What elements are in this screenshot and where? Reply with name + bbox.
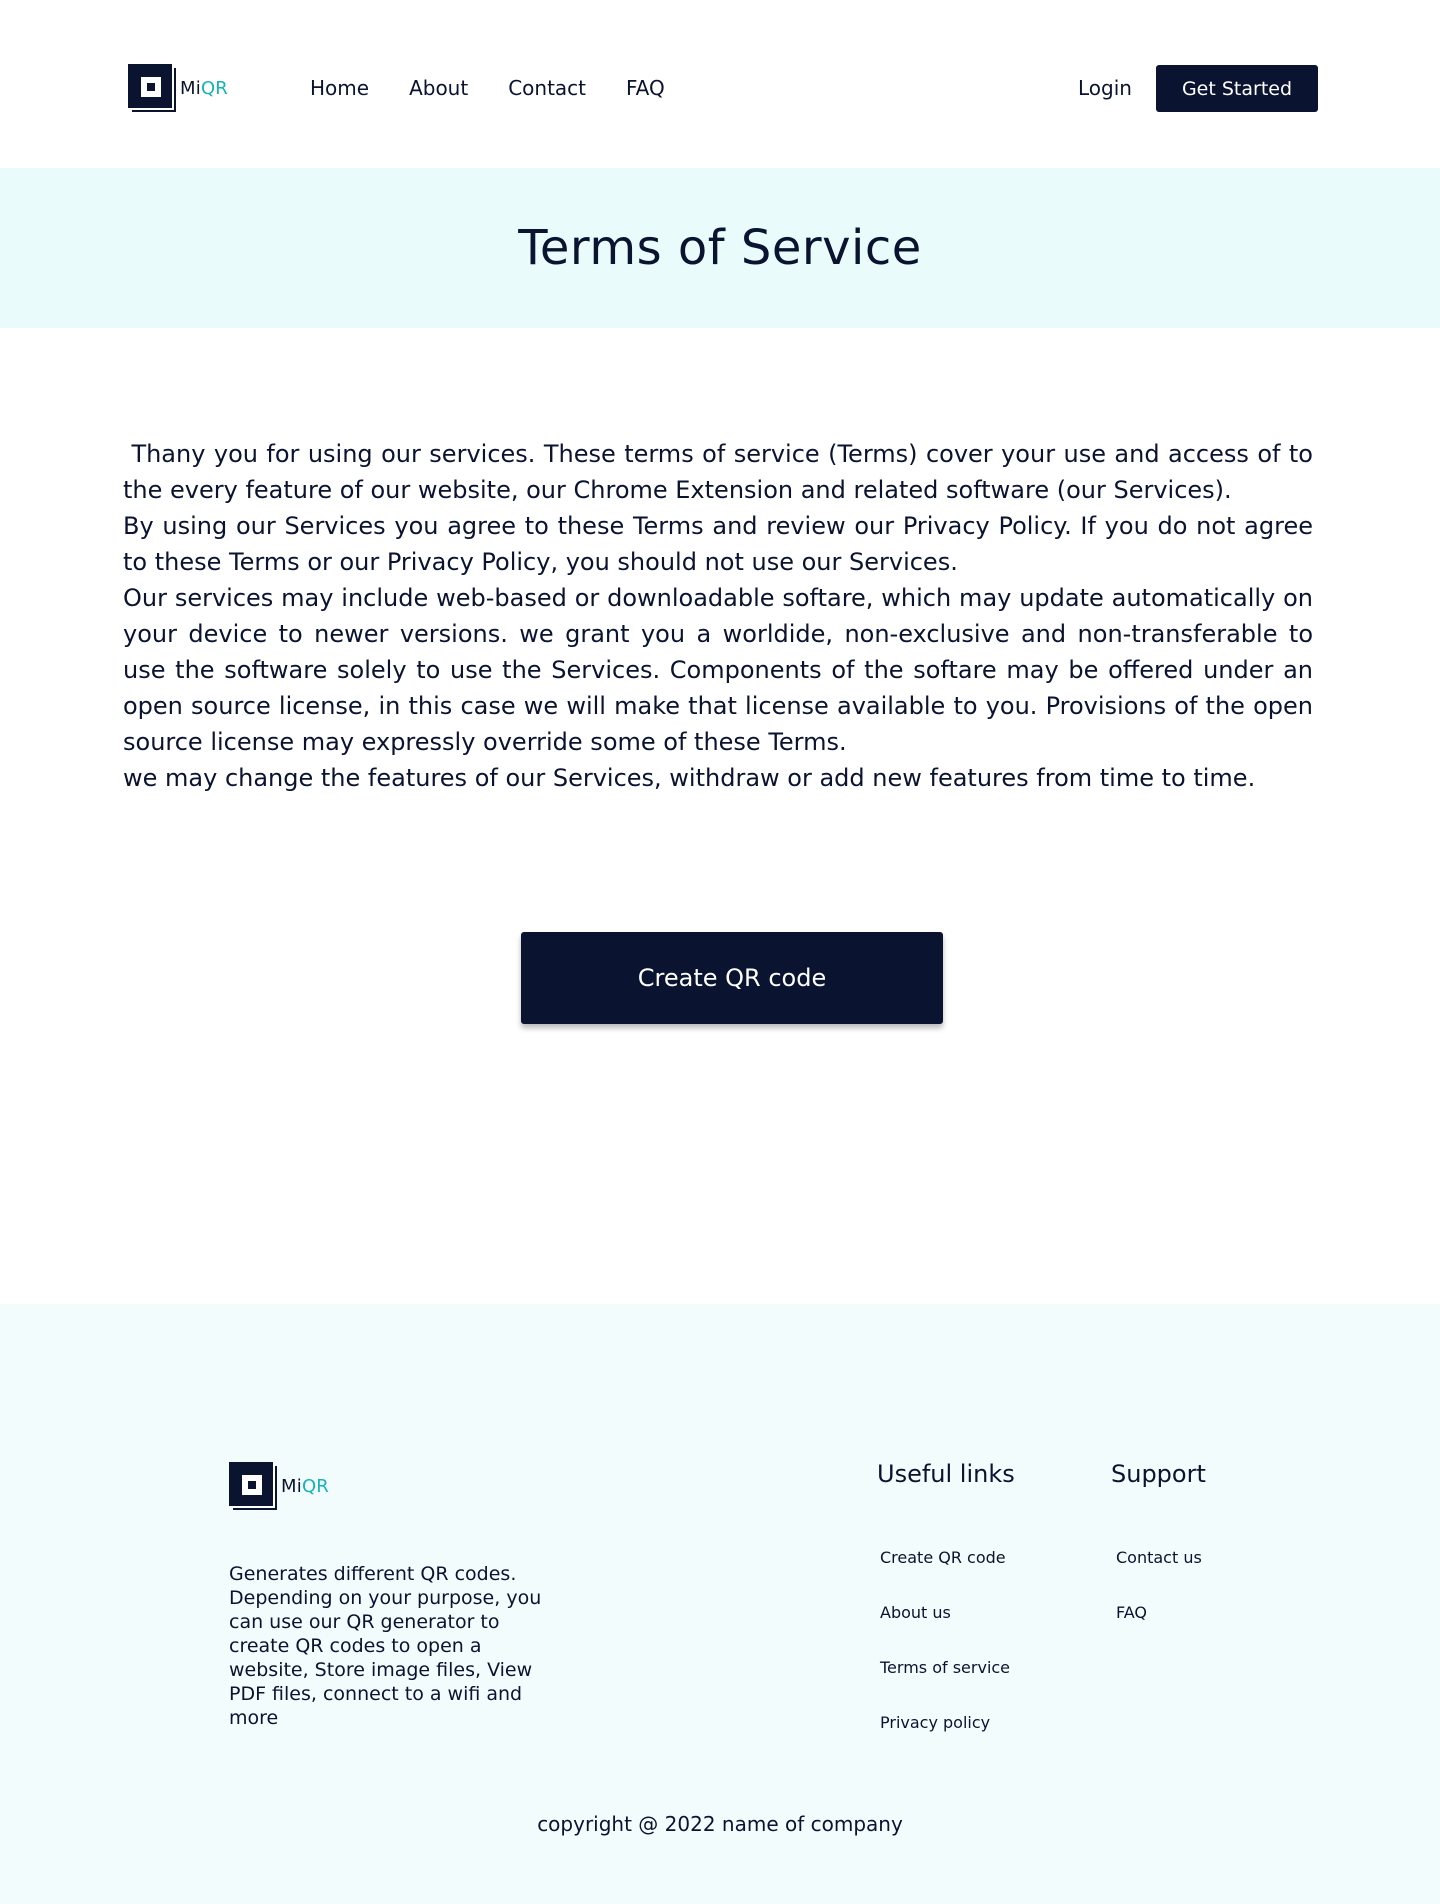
qr-logo-icon — [128, 64, 176, 112]
site-header: MiQR Home About Contact FAQ Login Get St… — [0, 0, 1440, 168]
brand-name: MiQR — [180, 77, 229, 99]
support-heading: Support — [1111, 1460, 1206, 1488]
useful-links-list: Create QR code About us Terms of service… — [880, 1548, 1010, 1732]
copyright-text: copyright @ 2022 name of company — [537, 1812, 903, 1836]
footer-description: Generates different QR codes. Depending … — [229, 1563, 542, 1729]
nav-contact-link[interactable]: Contact — [508, 76, 586, 100]
footer-brand-name: MiQR — [281, 1475, 330, 1497]
terms-paragraph-2: By using our Services you agree to these… — [123, 512, 1313, 576]
nav-faq-link[interactable]: FAQ — [626, 76, 665, 100]
useful-links-heading: Useful links — [877, 1460, 1015, 1488]
page-banner: Terms of Service — [0, 168, 1440, 328]
page-title: Terms of Service — [518, 220, 922, 276]
terms-paragraph-4: we may change the features of our Servic… — [123, 764, 1256, 792]
footer-link-terms-of-service[interactable]: Terms of service — [880, 1658, 1010, 1677]
footer-link-about-us[interactable]: About us — [880, 1603, 1010, 1622]
terms-paragraph-1: Thany you for using our services. These … — [123, 440, 1313, 504]
get-started-button[interactable]: Get Started — [1156, 65, 1318, 112]
support-links-list: Contact us FAQ — [1116, 1548, 1202, 1622]
footer-link-create-qr-code[interactable]: Create QR code — [880, 1548, 1010, 1567]
terms-paragraph-3: Our services may include web-based or do… — [123, 584, 1313, 756]
main-nav: Home About Contact FAQ — [310, 76, 665, 100]
footer-link-contact-us[interactable]: Contact us — [1116, 1548, 1202, 1567]
nav-home-link[interactable]: Home — [310, 76, 369, 100]
login-link[interactable]: Login — [1078, 76, 1132, 100]
footer-logo[interactable]: MiQR — [229, 1462, 329, 1510]
site-footer: MiQR Generates different QR codes. Depen… — [0, 1304, 1440, 1904]
create-qr-code-button[interactable]: Create QR code — [521, 932, 943, 1024]
terms-content: Thany you for using our services. These … — [123, 436, 1313, 796]
header-logo[interactable]: MiQR — [128, 64, 228, 112]
nav-about-link[interactable]: About — [409, 76, 468, 100]
footer-link-faq[interactable]: FAQ — [1116, 1603, 1202, 1622]
footer-link-privacy-policy[interactable]: Privacy policy — [880, 1713, 1010, 1732]
qr-logo-icon — [229, 1462, 277, 1510]
